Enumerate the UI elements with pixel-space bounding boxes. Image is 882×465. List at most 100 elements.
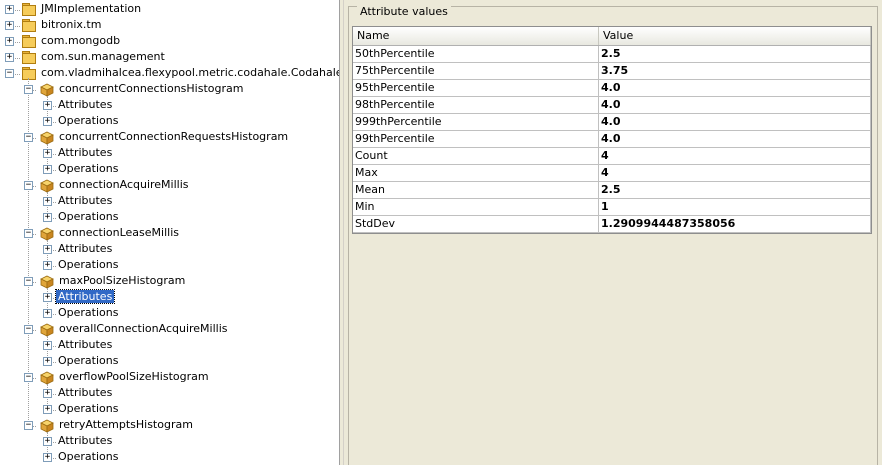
mbean-tree[interactable]: + JMImplementation + bitronix.tm + com.mongod… [0, 0, 339, 465]
tree-node-child-label[interactable]: Operations [56, 114, 120, 127]
folder-icon [22, 19, 36, 32]
attribute-name-cell: 98thPercentile [353, 97, 599, 113]
folder-icon [22, 67, 36, 80]
expand-toggle-icon[interactable]: + [43, 245, 52, 254]
mbean-icon [40, 275, 54, 289]
tree-node-child-label[interactable]: Attributes [56, 194, 114, 207]
mbean-node-label[interactable]: connectionAcquireMillis [57, 178, 191, 191]
expand-toggle-icon[interactable]: − [24, 421, 33, 430]
tree-node-label[interactable]: com.sun.management [39, 50, 167, 63]
tree-node-child-label[interactable]: Attributes [56, 434, 114, 447]
attribute-name-cell: StdDev [353, 216, 599, 232]
expand-toggle-icon[interactable]: + [43, 293, 52, 302]
table-row[interactable]: 95thPercentile 4.0 [353, 80, 871, 97]
expand-toggle-icon[interactable]: + [43, 197, 52, 206]
attribute-value-cell: 1 [599, 199, 871, 215]
expand-toggle-icon[interactable]: + [43, 309, 52, 318]
expand-toggle-icon[interactable]: + [43, 341, 52, 350]
mbean-icon [40, 131, 54, 145]
expand-toggle-icon[interactable]: + [5, 53, 14, 62]
expand-toggle-icon[interactable]: + [43, 357, 52, 366]
expand-toggle-icon[interactable]: + [43, 213, 52, 222]
attribute-value-cell: 2.5 [599, 46, 871, 62]
table-row[interactable]: Count 4 [353, 148, 871, 165]
folder-icon [22, 3, 36, 16]
table-row[interactable]: Min 1 [353, 199, 871, 216]
tree-node-label[interactable]: com.vladmihalcea.flexypool.metric.codaha… [39, 66, 339, 79]
attribute-name-cell: 95thPercentile [353, 80, 599, 96]
attribute-value-cell: 4.0 [599, 114, 871, 130]
tree-node-label[interactable]: bitronix.tm [39, 18, 103, 31]
tree-node-child-label[interactable]: Operations [56, 354, 120, 367]
tree-node-child-label[interactable]: Operations [56, 210, 120, 223]
tree-node-attributes-selected[interactable]: Attributes [54, 289, 116, 304]
tree-node-child-label[interactable]: Operations [56, 450, 120, 463]
expand-toggle-icon[interactable]: − [24, 85, 33, 94]
attribute-value-cell: 2.5 [599, 182, 871, 198]
folder-icon [22, 35, 36, 48]
expand-toggle-icon[interactable]: + [43, 117, 52, 126]
attribute-table: Name Value 50thPercentile 2.5 75thPercenti… [352, 26, 872, 234]
table-row[interactable]: 99thPercentile 4.0 [353, 131, 871, 148]
expand-toggle-icon[interactable]: − [24, 325, 33, 334]
mbean-icon [40, 179, 54, 193]
expand-toggle-icon[interactable]: − [24, 229, 33, 238]
tree-node-child-label[interactable]: Attributes [56, 338, 114, 351]
expand-toggle-icon[interactable]: − [24, 277, 33, 286]
column-header-name[interactable]: Name [353, 27, 599, 45]
mbean-icon [40, 323, 54, 337]
mbean-node-label[interactable]: concurrentConnectionRequestsHistogram [57, 130, 290, 143]
mbean-node-label[interactable]: overallConnectionAcquireMillis [57, 322, 230, 335]
mbean-node-label[interactable]: concurrentConnectionsHistogram [57, 82, 245, 95]
mbean-icon [40, 83, 54, 97]
table-row[interactable]: 75thPercentile 3.75 [353, 63, 871, 80]
group-title: Attribute values [357, 6, 451, 18]
tree-node-label[interactable]: com.mongodb [39, 34, 122, 47]
expand-toggle-icon[interactable]: + [43, 165, 52, 174]
tree-node-child-label[interactable]: Operations [56, 258, 120, 271]
attribute-name-cell: Count [353, 148, 599, 164]
table-row[interactable]: Max 4 [353, 165, 871, 182]
tree-node-child-label[interactable]: Attributes [56, 386, 114, 399]
expand-toggle-icon[interactable]: + [5, 37, 14, 46]
expand-toggle-icon[interactable]: − [24, 373, 33, 382]
mbean-node-label[interactable]: retryAttemptsHistogram [57, 418, 195, 431]
expand-toggle-icon[interactable]: + [43, 101, 52, 110]
column-header-value[interactable]: Value [599, 27, 871, 45]
table-row[interactable]: 50thPercentile 2.5 [353, 46, 871, 63]
expand-toggle-icon[interactable]: + [43, 261, 52, 270]
expand-toggle-icon[interactable]: + [5, 21, 14, 30]
expand-toggle-icon[interactable]: + [5, 5, 14, 14]
mbean-icon [40, 371, 54, 385]
table-row[interactable]: Mean 2.5 [353, 182, 871, 199]
expand-toggle-icon[interactable]: + [43, 149, 52, 158]
mbean-icon [40, 419, 54, 433]
expand-toggle-icon[interactable]: − [24, 181, 33, 190]
attribute-name-cell: Mean [353, 182, 599, 198]
tree-node-child-label[interactable]: Attributes [56, 146, 114, 159]
expand-toggle-icon[interactable]: + [43, 453, 52, 462]
tree-node-child-label[interactable]: Operations [56, 306, 120, 319]
attribute-panel: Attribute values Name Value 50thPercenti… [344, 0, 882, 465]
mbean-node-label[interactable]: maxPoolSizeHistogram [57, 274, 187, 287]
tree-node-child-label[interactable]: Attributes [56, 98, 114, 111]
table-row[interactable]: StdDev 1.2909944487358056 [353, 216, 871, 233]
expand-toggle-icon[interactable]: + [43, 405, 52, 414]
tree-node-child-label[interactable]: Attributes [56, 242, 114, 255]
tree-node-child-label[interactable]: Operations [56, 162, 120, 175]
attribute-name-cell: 99thPercentile [353, 131, 599, 147]
expand-toggle-icon[interactable]: − [24, 133, 33, 142]
tree-node-label[interactable]: JMImplementation [39, 2, 143, 15]
table-row[interactable]: 98thPercentile 4.0 [353, 97, 871, 114]
attribute-name-cell: Min [353, 199, 599, 215]
table-row[interactable]: 999thPercentile 4.0 [353, 114, 871, 131]
mbean-node-label[interactable]: overflowPoolSizeHistogram [57, 370, 211, 383]
attribute-name-cell: 75thPercentile [353, 63, 599, 79]
expand-toggle-icon[interactable]: + [43, 389, 52, 398]
expand-toggle-icon[interactable]: + [43, 437, 52, 446]
mbean-node-label[interactable]: connectionLeaseMillis [57, 226, 181, 239]
attribute-value-cell: 1.2909944487358056 [599, 216, 871, 232]
expand-toggle-icon[interactable]: − [5, 69, 14, 78]
table-header: Name Value [353, 27, 871, 46]
tree-node-child-label[interactable]: Operations [56, 402, 120, 415]
